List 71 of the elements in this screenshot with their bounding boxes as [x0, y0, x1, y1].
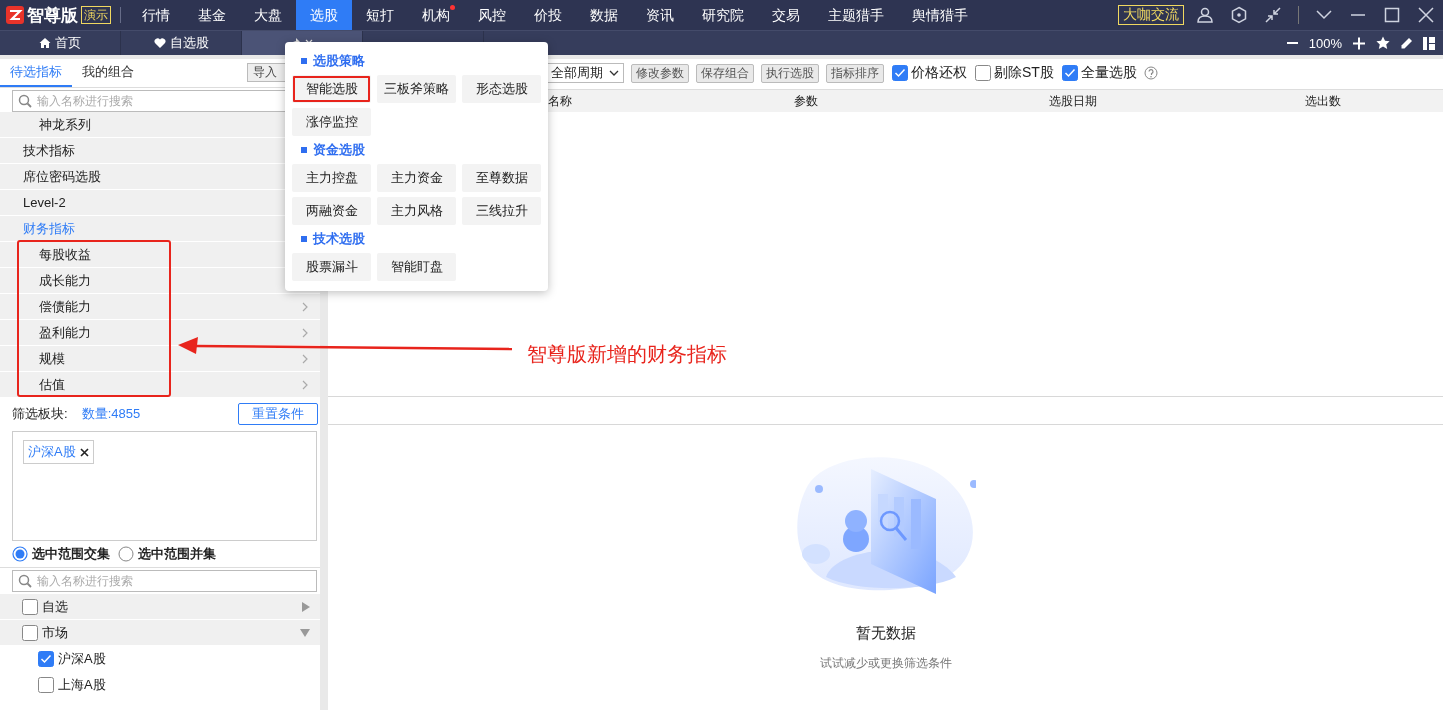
tree-item[interactable]: 神龙系列	[39, 115, 91, 134]
menu-section-title: 技术选股	[313, 230, 365, 248]
nav-item[interactable]: 主题猎手	[814, 0, 898, 30]
tree-item[interactable]: 财务指标	[23, 219, 75, 238]
menu-item[interactable]: 三线拉升	[462, 197, 541, 225]
checkbox-label[interactable]: 全量选股	[1080, 64, 1137, 82]
tree-item[interactable]: 沪深A股	[58, 649, 310, 668]
menu-item[interactable]: 股票漏斗	[292, 253, 371, 281]
tree-item[interactable]: 盈利能力	[39, 323, 91, 342]
annotation-text: 智尊版新增的财务指标	[527, 342, 727, 367]
tree-item[interactable]: 席位密码选股	[23, 167, 101, 186]
tag[interactable]: 沪深A股	[23, 440, 94, 464]
empty-title: 暂无数据	[855, 624, 916, 643]
tree-item[interactable]: 估值	[39, 375, 65, 394]
column-header[interactable]: 选股日期	[943, 92, 1203, 110]
checkbox-label[interactable]: 剔除ST股	[994, 64, 1054, 82]
menu-item[interactable]: 主力风格	[377, 197, 456, 225]
nav-item[interactable]: 基金	[184, 0, 240, 30]
nav-item[interactable]: 风控	[464, 0, 520, 30]
toolbar-button[interactable]: 保存组合	[696, 63, 754, 83]
nav-item[interactable]: 资讯	[632, 0, 688, 30]
nav-item[interactable]: 机构	[408, 0, 464, 30]
nav-item[interactable]: 选股	[296, 0, 352, 30]
community-button[interactable]: 大咖交流	[1118, 5, 1184, 25]
radio-option[interactable]: 选中范围交集	[12, 545, 110, 563]
tree-item[interactable]: 每股收益	[39, 245, 91, 264]
menu-item[interactable]: 主力控盘	[292, 164, 371, 192]
panel-tab[interactable]: 我的组合	[72, 59, 144, 87]
tree-item[interactable]: 技术指标	[23, 141, 75, 160]
menu-item[interactable]: 涨停监控	[292, 108, 371, 136]
column-header[interactable]: 选出数	[1203, 92, 1443, 110]
nav-item[interactable]: 数据	[576, 0, 632, 30]
demo-badge: 演示	[81, 6, 111, 24]
nav-item[interactable]: 交易	[758, 0, 814, 30]
nav-item[interactable]: 研究院	[688, 0, 758, 30]
menu-item[interactable]: 智能选股	[292, 75, 371, 103]
tree-item[interactable]: 成长能力	[39, 271, 91, 290]
reset-button[interactable]: 重置条件	[238, 403, 318, 425]
toolbar-button[interactable]: 执行选股	[761, 63, 819, 83]
empty-hint: 试试减少或更换筛选条件	[819, 655, 952, 672]
stock-count: 数量:4855	[81, 405, 142, 423]
filter-label: 筛选板块:	[12, 405, 68, 423]
radio-option[interactable]: 选中范围并集	[118, 545, 216, 563]
nav-item[interactable]: 价投	[520, 0, 576, 30]
period-dropdown[interactable]: 全部周期	[546, 63, 624, 83]
tree-item[interactable]: 偿债能力	[39, 297, 91, 316]
menu-item[interactable]: 主力资金	[377, 164, 456, 192]
nav-item[interactable]: 短打	[352, 0, 408, 30]
toolbar-button[interactable]: 修改参数	[631, 63, 689, 83]
nav-item[interactable]: 行情	[128, 0, 184, 30]
menu-item[interactable]: 智能盯盘	[377, 253, 456, 281]
tree-item[interactable]: 上海A股	[58, 675, 310, 694]
menu-item[interactable]: 至尊数据	[462, 164, 541, 192]
column-header[interactable]: 参数	[668, 92, 943, 110]
column-header[interactable]: 名称	[548, 92, 668, 110]
app-brand: 智尊版	[27, 4, 78, 27]
menu-item[interactable]: 形态选股	[462, 75, 541, 103]
menu-section-title: 选股策略	[313, 52, 365, 70]
search-field[interactable]: 输入名称进行搜索	[12, 570, 317, 592]
nav-item[interactable]: 大盘	[240, 0, 296, 30]
menu-section-title: 资金选股	[313, 141, 365, 159]
nav-item[interactable]: 舆情猎手	[898, 0, 982, 30]
toolbar-button[interactable]: 指标排序	[826, 63, 884, 83]
checkbox-label[interactable]: 价格还权	[911, 64, 967, 82]
menu-item[interactable]: 两融资金	[292, 197, 371, 225]
tag-label: 沪深A股	[28, 443, 76, 461]
menu-item[interactable]: 三板斧策略	[377, 75, 456, 103]
tree-item[interactable]: Level-2	[23, 195, 66, 210]
panel-tab[interactable]: 待选指标	[0, 59, 72, 87]
tree-item[interactable]: 规模	[39, 349, 65, 368]
zoom-level: 100%	[1308, 35, 1342, 51]
